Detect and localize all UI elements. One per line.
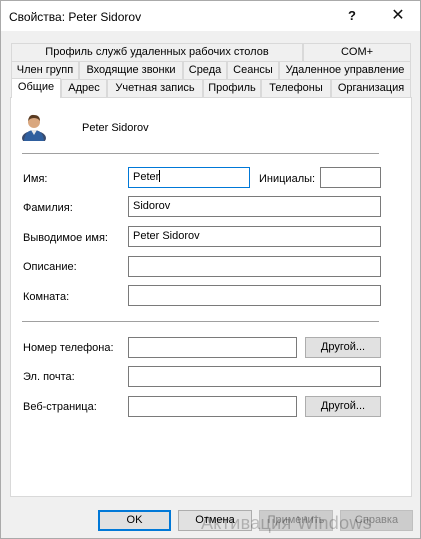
title-bar: Свойства: Peter Sidorov ? ✕: [1, 1, 420, 31]
office-field[interactable]: [128, 285, 381, 306]
tab-sessions[interactable]: Сеансы: [227, 61, 279, 79]
webpage-field[interactable]: [128, 396, 297, 417]
display-name-label: Выводимое имя:: [23, 232, 108, 244]
tab-remote-control[interactable]: Удаленное управление: [279, 61, 411, 79]
display-name-field[interactable]: Peter Sidorov: [128, 226, 381, 247]
help-icon[interactable]: ?: [335, 4, 369, 28]
phone-field[interactable]: [128, 337, 297, 358]
first-name-label: Имя:: [23, 173, 48, 185]
separator: [22, 321, 379, 322]
last-name-label: Фамилия:: [23, 202, 73, 214]
tab-environment[interactable]: Среда: [183, 61, 227, 79]
description-label: Описание:: [23, 261, 77, 273]
close-icon[interactable]: ✕: [381, 4, 415, 28]
properties-dialog: Свойства: Peter Sidorov ? ✕ Профиль служ…: [0, 0, 421, 539]
initials-label: Инициалы:: [259, 173, 316, 185]
tab-dial-in[interactable]: Входящие звонки: [79, 61, 183, 79]
ok-button[interactable]: OK: [98, 510, 171, 531]
tab-account[interactable]: Учетная запись: [107, 79, 203, 97]
phone-other-button[interactable]: Другой...: [305, 337, 381, 358]
tab-com-plus[interactable]: COM+: [303, 43, 411, 61]
webpage-label: Веб-страница:: [23, 401, 97, 413]
description-field[interactable]: [128, 256, 381, 277]
last-name-field[interactable]: Sidorov: [128, 196, 381, 217]
tab-remote-desktop-profile[interactable]: Профиль служб удаленных рабочих столов: [11, 43, 303, 61]
tab-address[interactable]: Адрес: [61, 79, 107, 97]
tab-member-of[interactable]: Член групп: [11, 61, 79, 79]
initials-field[interactable]: [320, 167, 381, 188]
tab-general[interactable]: Общие: [11, 78, 61, 98]
webpage-other-button[interactable]: Другой...: [305, 396, 381, 417]
email-field[interactable]: [128, 366, 381, 387]
separator: [22, 153, 379, 154]
tab-telephones[interactable]: Телефоны: [261, 79, 331, 97]
window-title: Свойства: Peter Sidorov: [9, 10, 142, 24]
tab-profile[interactable]: Профиль: [203, 79, 261, 97]
email-label: Эл. почта:: [23, 371, 75, 383]
tab-organization[interactable]: Организация: [331, 79, 411, 97]
phone-label: Номер телефона:: [23, 342, 114, 354]
first-name-field[interactable]: Peter: [128, 167, 250, 188]
office-label: Комната:: [23, 291, 70, 303]
user-avatar-icon: [22, 114, 46, 141]
activation-watermark: Активация Windows: [201, 513, 372, 533]
user-display-name-header: Peter Sidorov: [82, 122, 149, 134]
